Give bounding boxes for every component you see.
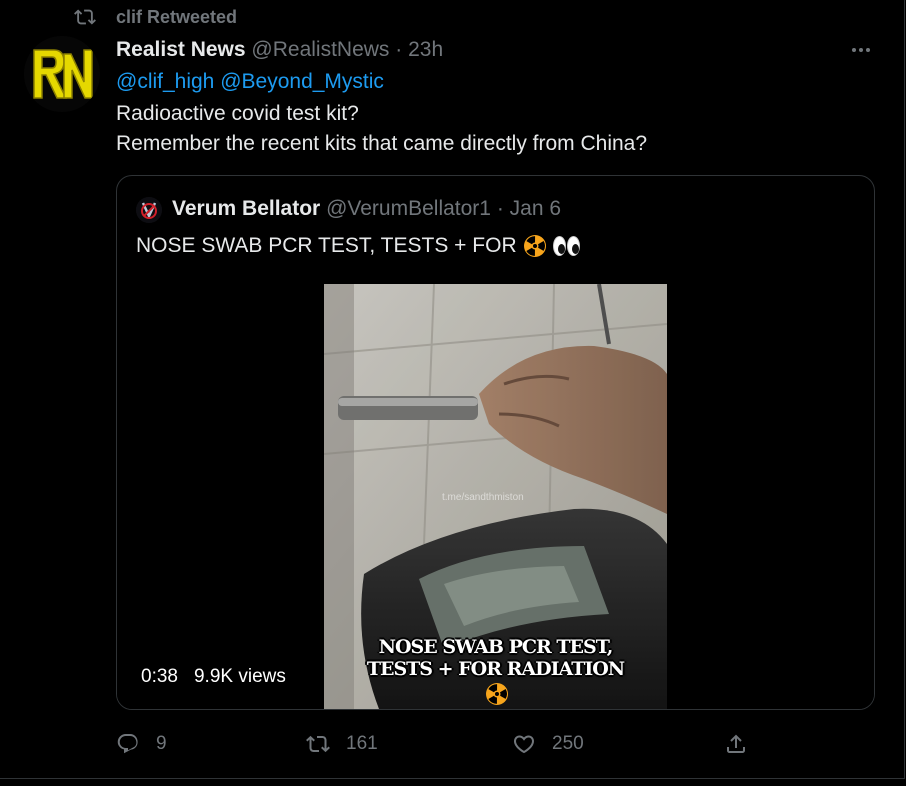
author-handle[interactable]: @RealistNews (251, 38, 389, 61)
radioactive-icon (486, 683, 508, 705)
retweet-count: 161 (346, 733, 378, 754)
video-frame[interactable]: t.me/sandthmiston NOSE SWAB PCR TEST, TE… (324, 284, 667, 709)
quoted-text-body: NOSE SWAB PCR TEST, TESTS + FOR (136, 234, 517, 257)
share-icon (727, 734, 745, 753)
quoted-separator: · (496, 197, 504, 220)
video-watermark: t.me/sandthmiston (442, 492, 524, 503)
retweet-button[interactable]: 161 (306, 732, 378, 756)
quoted-tweet[interactable]: Verum Bellator @VerumBellator1 · Jan 6 N… (116, 175, 875, 710)
avatar[interactable] (24, 36, 100, 112)
video-player[interactable]: t.me/sandthmiston NOSE SWAB PCR TEST, TE… (117, 284, 874, 709)
quoted-author-name[interactable]: Verum Bellator (172, 197, 320, 220)
quoted-avatar[interactable] (136, 197, 162, 223)
share-button[interactable] (724, 732, 748, 756)
reply-button[interactable]: 9 (116, 732, 167, 756)
quoted-author-handle[interactable]: @VerumBellator1 (326, 197, 491, 220)
tweet-header: Realist News @RealistNews · 23h (116, 37, 443, 63)
eyes-icon (552, 236, 580, 256)
quoted-timestamp[interactable]: Jan 6 (510, 197, 561, 220)
retweet-icon (306, 735, 330, 753)
video-caption-line: NOSE SWAB PCR TEST, (378, 636, 614, 658)
reply-count: 9 (156, 733, 167, 754)
video-duration: 0:38 (141, 666, 178, 687)
heart-icon (513, 735, 535, 754)
like-button[interactable]: 250 (512, 732, 584, 756)
avatar-logo (24, 36, 100, 112)
quoted-text: NOSE SWAB PCR TEST, TESTS + FOR (136, 233, 580, 259)
retweet-context[interactable]: clif Retweeted (74, 6, 237, 28)
more-options-icon[interactable] (847, 40, 875, 60)
tweet-timestamp[interactable]: 23h (408, 38, 443, 61)
header-separator: · (395, 38, 403, 61)
like-count: 250 (552, 733, 584, 754)
tweet-text: Radioactive covid test kit? Remember the… (116, 99, 647, 159)
reply-icon (117, 734, 138, 754)
video-caption-line: TESTS + FOR RADIATION (366, 658, 625, 680)
tweet-container[interactable]: clif Retweeted Realist News @RealistNews… (0, 0, 905, 779)
tweet-text-line: Radioactive covid test kit? (116, 102, 359, 125)
quoted-avatar-logo (136, 197, 162, 223)
tweet-text-line: Remember the recent kits that came direc… (116, 132, 648, 155)
radioactive-icon (523, 235, 546, 257)
tweet-actions: 9 161 250 (116, 732, 876, 758)
author-name[interactable]: Realist News (116, 38, 246, 61)
video-stats: 0:38 9.9K views (141, 666, 286, 688)
quoted-header: Verum Bellator @VerumBellator1 · Jan 6 (172, 196, 561, 222)
video-caption: NOSE SWAB PCR TEST, TESTS + FOR RADIATIO… (324, 636, 667, 680)
mention-links[interactable]: @clif_high @Beyond_Mystic (116, 69, 384, 95)
retweet-icon (74, 9, 96, 25)
retweet-label: clif Retweeted (116, 6, 238, 27)
video-views: 9.9K views (193, 666, 286, 687)
